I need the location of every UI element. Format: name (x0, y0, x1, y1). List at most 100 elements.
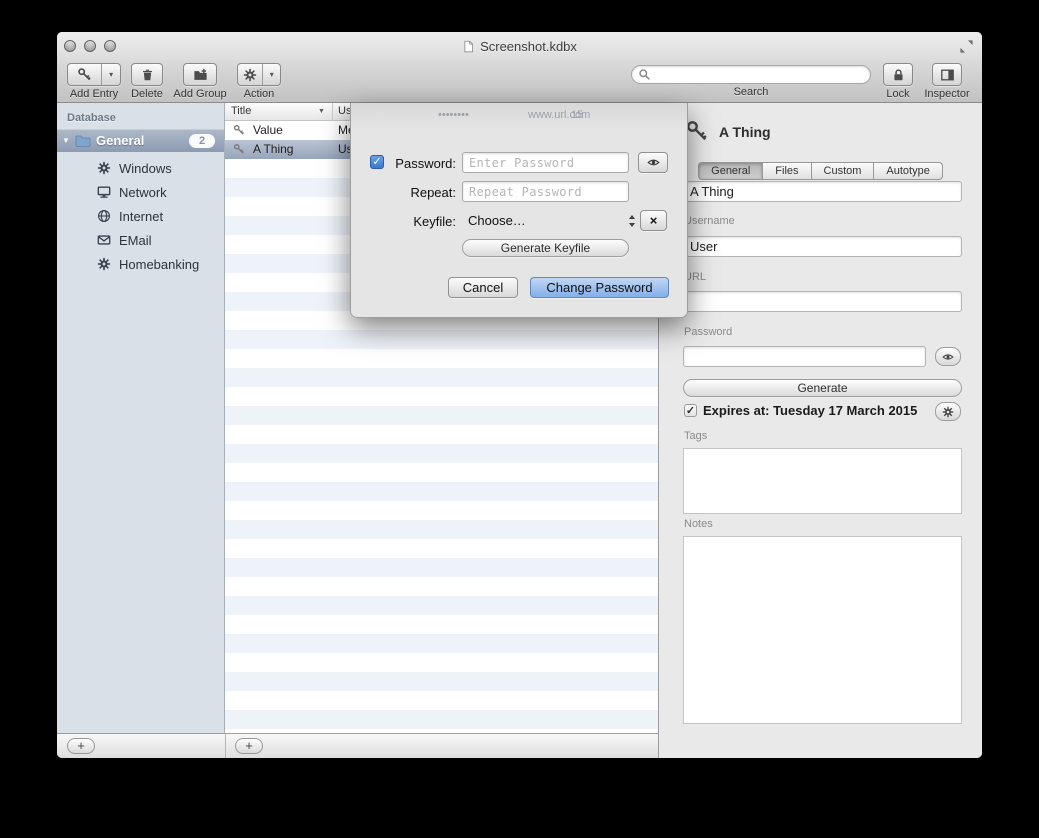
tags-label: Tags (684, 430, 707, 442)
app-window: Screenshot.kdbx ▾ Add Entry Delete Add G… (57, 32, 982, 758)
url-field[interactable] (683, 291, 962, 312)
add-entry-plus-button[interactable]: + (235, 738, 263, 754)
tags-input[interactable] (683, 448, 962, 514)
enter-password-input[interactable] (462, 152, 629, 173)
add-group-label: Add Group (169, 88, 231, 100)
sidebar-item-label: Network (119, 185, 167, 200)
email-icon (97, 233, 111, 247)
action-button[interactable]: ▾ (237, 63, 281, 86)
username-field[interactable] (683, 236, 962, 257)
cancel-button[interactable]: Cancel (448, 277, 518, 298)
windows-icon (97, 161, 111, 175)
search-input[interactable] (631, 65, 871, 84)
sheet-password-label: Password: (386, 156, 456, 171)
key-icon[interactable] (68, 64, 101, 85)
lock-button[interactable] (883, 63, 913, 86)
tab-custom[interactable]: Custom (812, 162, 875, 180)
sheet-reveal-password-button[interactable] (638, 152, 668, 173)
trash-icon[interactable] (132, 64, 162, 85)
chevron-down-icon: ▾ (109, 71, 113, 79)
padlock-icon[interactable] (884, 64, 912, 85)
clear-keyfile-button[interactable]: × (640, 210, 667, 231)
sidebar-item-homebanking[interactable]: Homebanking (57, 252, 224, 276)
sidebar-item-windows[interactable]: Windows (57, 156, 224, 180)
sidebar-item-label: Homebanking (119, 257, 199, 272)
tab-autotype[interactable]: Autotype (874, 162, 942, 180)
add-entry-dropdown[interactable]: ▾ (101, 64, 120, 85)
inspector-panel-icon[interactable] (933, 64, 961, 85)
sidebar-group-label: General (96, 133, 189, 148)
eye-icon (941, 351, 955, 363)
key-icon (233, 124, 245, 136)
tab-files[interactable]: Files (763, 162, 811, 180)
column-divider[interactable] (332, 103, 333, 121)
reveal-password-button[interactable] (935, 347, 961, 366)
column-header-title[interactable]: Title (231, 103, 251, 120)
inspector-tabs: General Files Custom Autotype (659, 162, 982, 180)
password-label: Password (684, 326, 732, 338)
entry-key-icon (685, 119, 709, 143)
action-label: Action (235, 88, 283, 100)
folder-icon (75, 134, 91, 148)
eye-icon (646, 156, 661, 169)
bottom-bar-divider (225, 734, 226, 758)
search-group: Search (631, 63, 871, 98)
action-group: ▾ Action (235, 63, 283, 100)
tab-general[interactable]: General (698, 162, 763, 180)
add-entry-label: Add Entry (65, 88, 123, 100)
sort-indicator-icon: ▼ (318, 108, 325, 115)
background-modified-text: 15 (571, 109, 583, 121)
add-group-plus-button[interactable]: + (67, 738, 95, 754)
disclosure-triangle-icon[interactable]: ▼ (57, 136, 75, 145)
sidebar: Database ▼ General 2 Windows Network Int… (57, 103, 225, 733)
sidebar-item-network[interactable]: Network (57, 180, 224, 204)
password-field[interactable] (683, 346, 926, 367)
title-bar[interactable]: Screenshot.kdbx (57, 32, 982, 60)
repeat-password-input[interactable] (462, 181, 629, 202)
add-group-group: Add Group (169, 63, 231, 100)
username-label: Username (684, 215, 735, 227)
sidebar-item-email[interactable]: EMail (57, 228, 224, 252)
add-entry-button[interactable]: ▾ (67, 63, 121, 86)
sidebar-item-internet[interactable]: Internet (57, 204, 224, 228)
delete-group: Delete (127, 63, 167, 100)
delete-button[interactable] (131, 63, 163, 86)
change-password-button[interactable]: Change Password (530, 277, 669, 298)
generate-keyfile-button[interactable]: Generate Keyfile (462, 239, 629, 257)
expires-label: Expires at: Tuesday 17 March 2015 (703, 403, 917, 418)
group-count-badge: 2 (189, 134, 215, 148)
inspector-entry-title: A Thing (719, 124, 771, 140)
sidebar-item-label: Windows (119, 161, 172, 176)
inspector-panel: A Thing General Files Custom Autotype Us… (658, 103, 982, 758)
fullscreen-icon[interactable] (959, 39, 974, 54)
inspector-button[interactable] (932, 63, 962, 86)
sheet-keyfile-label: Keyfile: (386, 214, 456, 229)
inspector-label: Inspector (921, 88, 973, 100)
folder-plus-icon[interactable] (184, 64, 216, 85)
delete-label: Delete (127, 88, 167, 100)
keyfile-popup[interactable]: Choose… (462, 210, 636, 231)
keyfile-popup-value: Choose… (468, 213, 628, 228)
background-password-dots: •••••••• (438, 109, 469, 121)
search-icon (638, 68, 651, 81)
expires-options-button[interactable] (935, 402, 961, 421)
change-password-sheet: •••••••• www.url.com 15 ✓ Password: Repe… (350, 103, 688, 318)
generate-password-button[interactable]: Generate (683, 379, 962, 397)
gear-icon[interactable] (238, 64, 262, 85)
homebanking-icon (97, 257, 111, 271)
notes-input[interactable] (683, 536, 962, 724)
notes-label: Notes (684, 518, 713, 530)
expires-checkbox[interactable]: ✓ (684, 404, 697, 417)
chevron-down-icon: ▾ (270, 71, 274, 79)
sheet-repeat-label: Repeat: (386, 185, 456, 200)
title-field[interactable] (683, 181, 962, 202)
lock-label: Lock (879, 88, 917, 100)
action-dropdown[interactable]: ▾ (262, 64, 280, 85)
document-icon (462, 40, 475, 53)
sidebar-item-label: EMail (119, 233, 152, 248)
add-group-button[interactable] (183, 63, 217, 86)
internet-icon (97, 209, 111, 223)
sidebar-group-general[interactable]: ▼ General 2 (57, 129, 224, 152)
password-checkbox[interactable]: ✓ (370, 155, 384, 169)
entry-title: A Thing (253, 140, 293, 159)
